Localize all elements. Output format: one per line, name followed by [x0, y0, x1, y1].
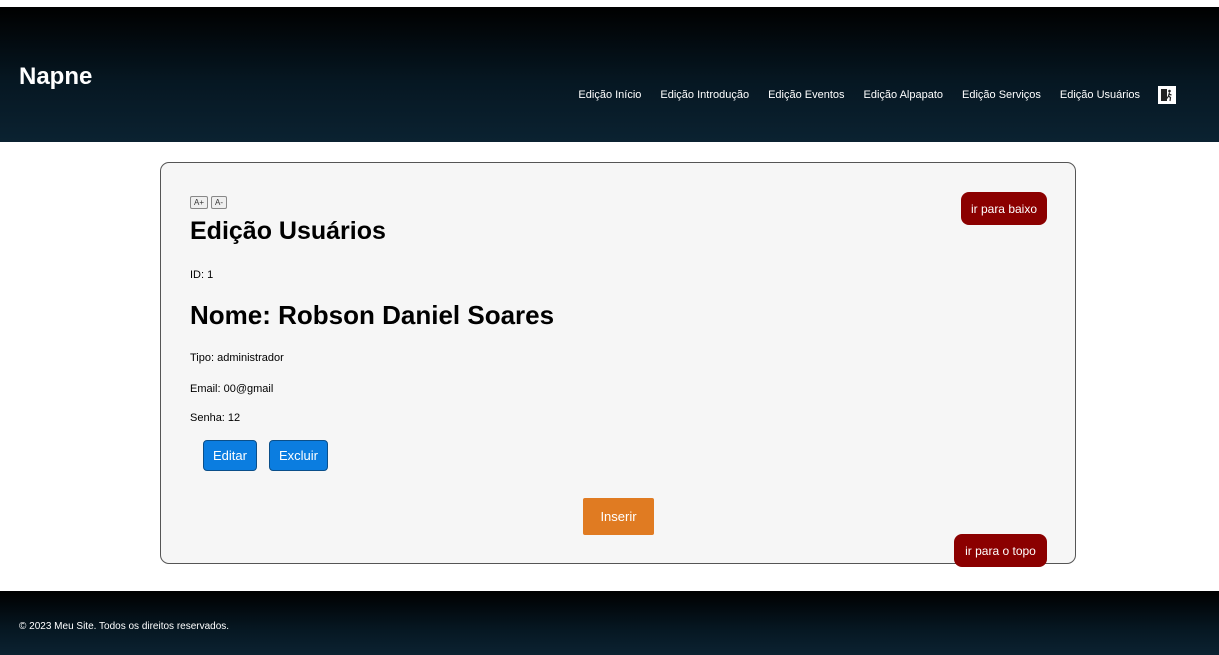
user-password: Senha: 12	[190, 412, 241, 424]
site-header: Napne Edição Início Edição Introdução Ed…	[0, 7, 1219, 142]
nav-link-edicao-eventos[interactable]: Edição Eventos	[768, 89, 844, 101]
user-type: Tipo: administrador	[190, 352, 284, 364]
copyright-text: © 2023 Meu Site. Todos os direitos reser…	[19, 621, 230, 632]
nav-link-edicao-servicos[interactable]: Edição Serviços	[962, 89, 1041, 101]
nav-link-edicao-alpapato[interactable]: Edição Alpapato	[864, 89, 944, 101]
scroll-top-button[interactable]: ir para o topo	[954, 534, 1047, 567]
insert-button[interactable]: Inserir	[583, 498, 654, 535]
user-id: ID: 1	[190, 269, 214, 281]
delete-button[interactable]: Excluir	[269, 440, 328, 471]
font-decrease-button[interactable]: A-	[211, 196, 228, 209]
font-increase-button[interactable]: A+	[190, 196, 209, 209]
nav-link-edicao-introducao[interactable]: Edição Introdução	[660, 89, 749, 101]
user-email: Email: 00@gmail	[190, 383, 274, 395]
font-size-controls: A+ A-	[190, 196, 228, 209]
main-nav: Edição Início Edição Introdução Edição E…	[578, 86, 1176, 104]
scroll-down-button[interactable]: ir para baixo	[961, 192, 1047, 225]
edit-button[interactable]: Editar	[203, 440, 257, 471]
user-edit-card: A+ A- Edição Usuários ir para baixo ID: …	[160, 162, 1076, 567]
site-brand[interactable]: Napne	[19, 63, 92, 91]
user-name: Nome: Robson Daniel Soares	[190, 300, 555, 330]
site-footer: © 2023 Meu Site. Todos os direitos reser…	[0, 591, 1219, 655]
exit-door-icon[interactable]	[1158, 86, 1176, 104]
nav-link-edicao-usuarios[interactable]: Edição Usuários	[1060, 89, 1140, 101]
nav-link-edicao-inicio[interactable]: Edição Início	[578, 89, 641, 101]
page-title: Edição Usuários	[190, 217, 386, 245]
